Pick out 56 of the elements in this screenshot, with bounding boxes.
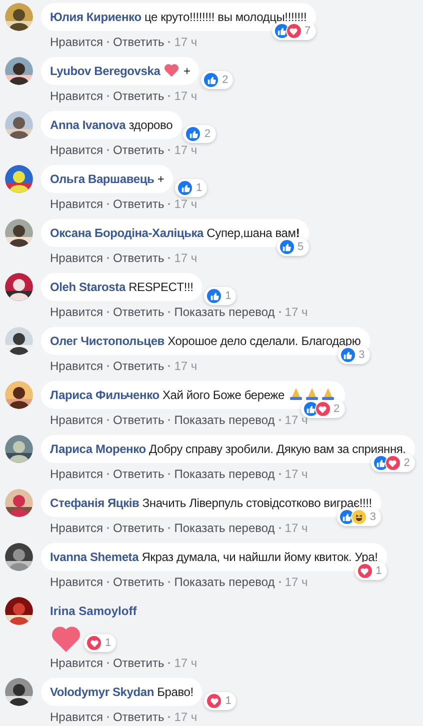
author-name[interactable]: Lyubov Beregovska	[50, 64, 160, 78]
action-link[interactable]: Ответить	[112, 358, 164, 374]
action-link[interactable]: Показать перевод	[174, 520, 275, 536]
action-link[interactable]: Ответить	[112, 412, 164, 428]
action-link[interactable]: Нравится	[50, 88, 103, 104]
action-link[interactable]: Показать перевод	[174, 466, 275, 482]
comment-text: RESPECT!!!	[128, 280, 194, 294]
action-link[interactable]: Ответить	[112, 709, 164, 725]
action-link[interactable]: Показать перевод	[174, 412, 275, 428]
action-link[interactable]: Ответить	[112, 466, 164, 482]
comment-text: Значить Ліверпуль стовідсотково виграє!!!!	[142, 496, 372, 510]
author-name[interactable]: Anna Ivanova	[50, 118, 126, 132]
author-name[interactable]: Ivanna Shemeta	[50, 550, 139, 564]
action-link[interactable]: Показать перевод	[174, 304, 275, 320]
action-link[interactable]: Нравится	[50, 709, 103, 725]
comment-text: +	[157, 172, 164, 186]
action-link[interactable]: Нравится	[50, 520, 103, 536]
action-link[interactable]: Нравится	[50, 412, 103, 428]
author-name[interactable]: Ольга Варшавець	[50, 172, 154, 186]
author-name[interactable]: Олег Чистопольцев	[50, 334, 164, 348]
author-name[interactable]: Лариса Фильченко	[50, 388, 160, 402]
action-link[interactable]: Нравится	[50, 304, 103, 320]
author-name[interactable]: Oleh Starosta	[50, 280, 126, 294]
action-link[interactable]: Нравится	[50, 250, 103, 266]
action-link[interactable]: Ответить	[112, 304, 164, 320]
action-link[interactable]: Ответить	[112, 142, 164, 158]
action-link[interactable]: Ответить	[112, 250, 164, 266]
action-link[interactable]: Нравится	[50, 358, 103, 374]
action-link[interactable]: Ответить	[112, 34, 164, 50]
action-link[interactable]: Нравится	[50, 655, 103, 671]
action-link[interactable]: Нравится	[50, 574, 103, 590]
comment-text: Супер,шана вам!	[206, 226, 300, 240]
comment-text: Браво!	[157, 685, 194, 699]
action-link[interactable]: Ответить	[112, 88, 164, 104]
author-name[interactable]: Юлия Кириенко	[50, 10, 142, 24]
action-link[interactable]: Нравится	[50, 466, 103, 482]
author-name[interactable]: Irina Samoyloff	[50, 597, 137, 619]
action-link[interactable]: Ответить	[112, 574, 164, 590]
comment-text: це круто!!!!!!!! вы молодцы!!!!!!!	[144, 10, 307, 24]
action-link[interactable]: Ответить	[112, 520, 164, 536]
action-link[interactable]: Ответить	[112, 196, 164, 212]
comment-text: +	[183, 64, 190, 78]
action-link[interactable]: Нравится	[50, 34, 103, 50]
action-link[interactable]: Ответить	[112, 655, 164, 671]
author-name[interactable]: Оксана Бородіна-Халіцька	[50, 226, 204, 240]
author-name[interactable]: Volodymyr Skydan	[50, 685, 154, 699]
action-link[interactable]: Нравится	[50, 196, 103, 212]
author-name[interactable]: Лариса Моренко	[50, 442, 146, 456]
comment-text: здорово	[128, 118, 173, 132]
comment-text: Добру справу зробили. Дякую вам за сприяння.	[149, 442, 406, 456]
comment-text: Хай його Боже береже	[162, 388, 284, 402]
comment-text: Якраз думала, чи найшли йому квиток. Ура!	[142, 550, 378, 564]
author-name[interactable]: Стефанія Яцків	[50, 496, 140, 510]
comment-text: Хорошое дело сделали. Благодарю	[168, 334, 361, 348]
action-link[interactable]: Нравится	[50, 142, 103, 158]
action-link[interactable]: Показать перевод	[174, 574, 275, 590]
